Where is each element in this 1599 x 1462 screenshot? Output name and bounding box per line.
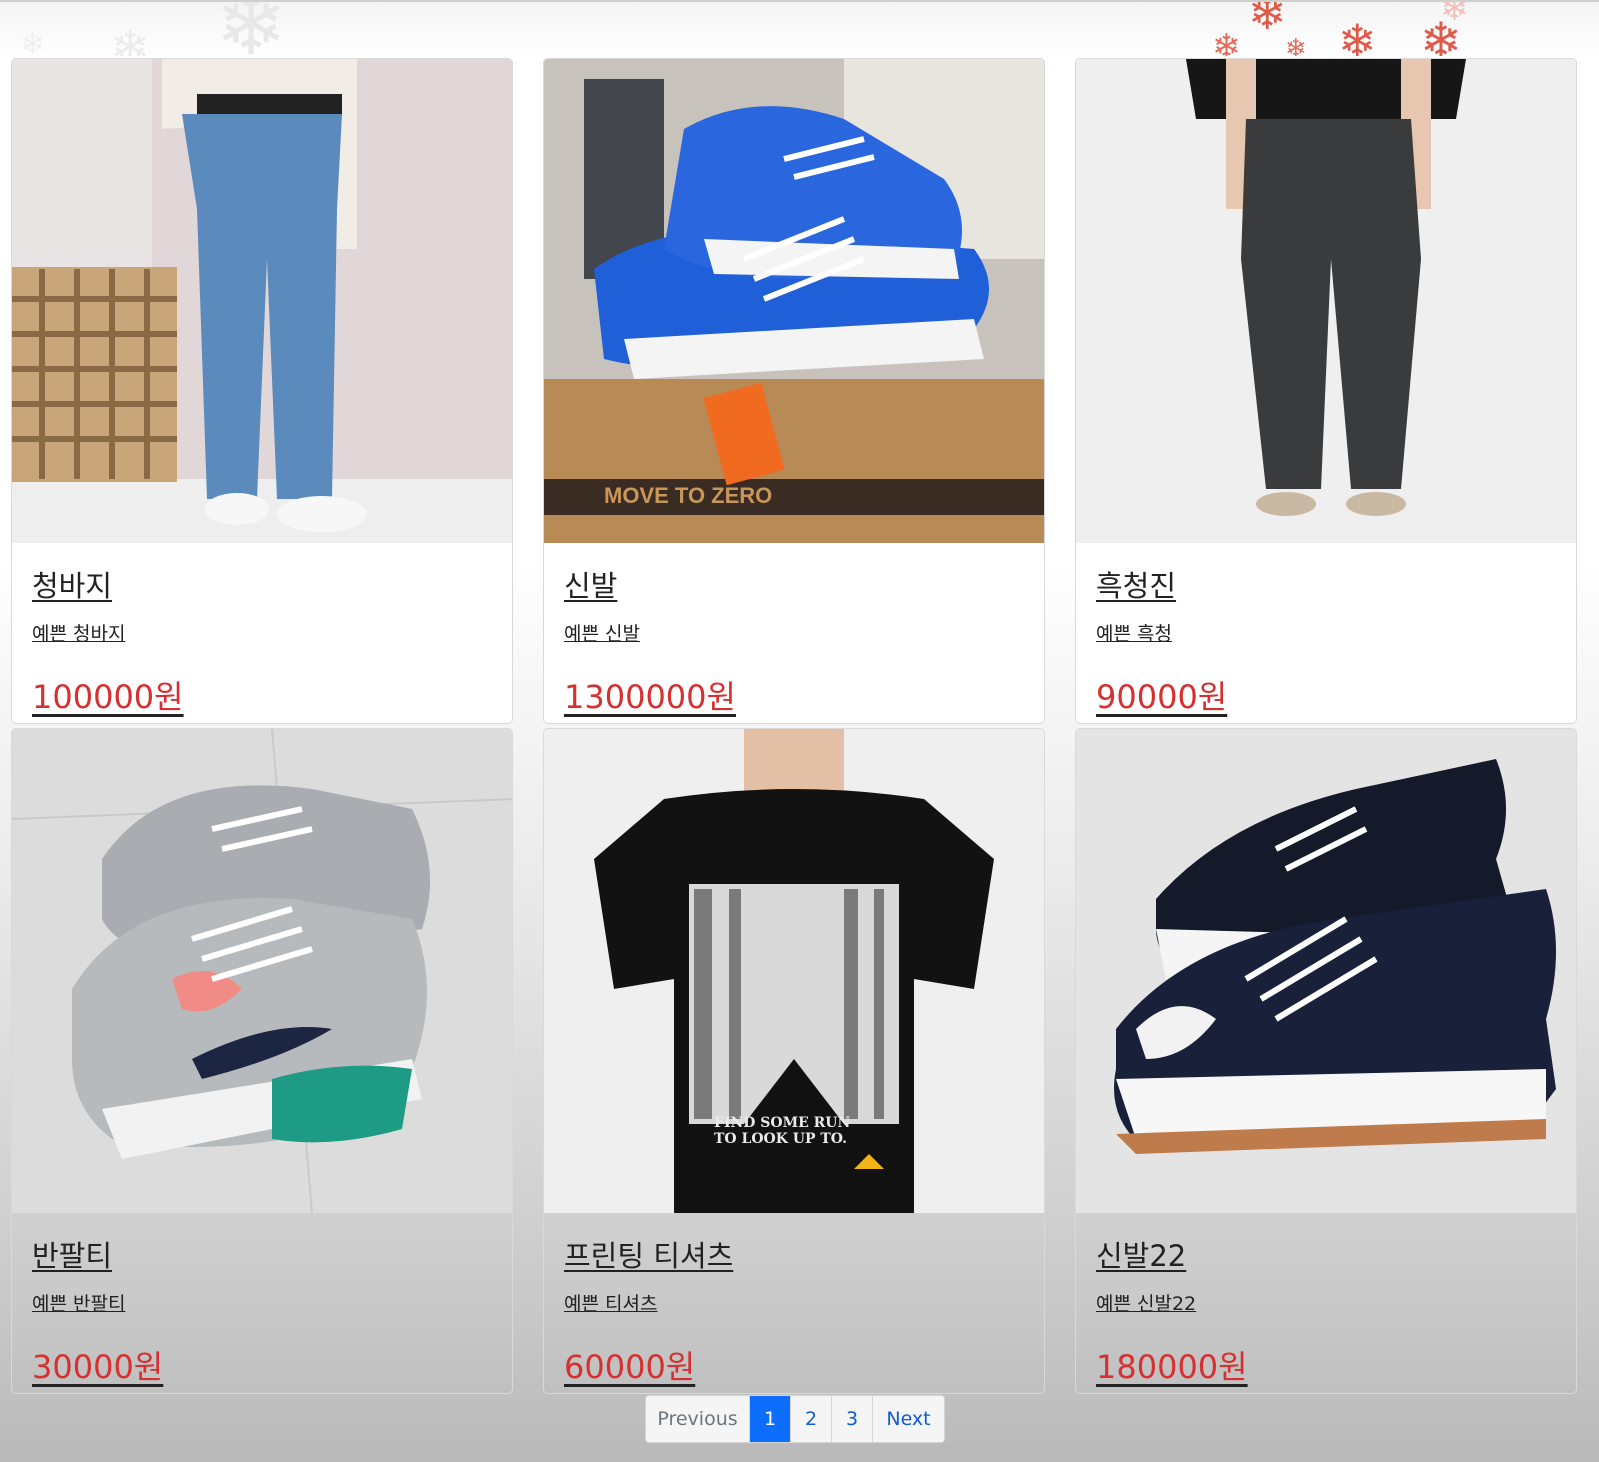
product-name[interactable]: 청바지 (32, 563, 112, 605)
product-name[interactable]: 흑청진 (1096, 563, 1176, 605)
pagination-page-3-button[interactable]: 3 (831, 1396, 872, 1442)
product-image-printed-tshirt[interactable]: FIND SOME RUN TO LOOK UP TO. (544, 729, 1044, 1213)
product-price[interactable]: 60000원 (564, 1342, 695, 1388)
snowflake-icon: ❄ (110, 20, 151, 56)
svg-text:TO LOOK UP TO.: TO LOOK UP TO. (714, 1131, 847, 1147)
product-card[interactable]: 흑청진 예쁜 흑청 90000원 (1075, 58, 1577, 724)
product-name[interactable]: 반팔티 (32, 1233, 112, 1275)
product-card[interactable]: FIND SOME RUN TO LOOK UP TO. 프린팅 티셔츠 예쁜 … (543, 728, 1045, 1394)
top-banner: ❄ ❄ ❄ ❄ ❄ ❄ ❄ ❄ ❄ (0, 0, 1599, 56)
snowflake-icon: ❄ (1248, 0, 1287, 40)
snowflake-icon: ❄ (1338, 14, 1377, 56)
snowflake-icon: ❄ (1212, 27, 1241, 56)
product-image-black-jeans[interactable] (1076, 59, 1576, 543)
product-description[interactable]: 예쁜 청바지 (32, 619, 125, 646)
product-description[interactable]: 예쁜 흑청 (1096, 619, 1172, 646)
pagination-page-2-button[interactable]: 2 (790, 1396, 831, 1442)
pagination: Previous 1 2 3 Next (645, 1395, 945, 1443)
product-name[interactable]: 프린팅 티셔츠 (564, 1233, 733, 1275)
product-image-grey-sneakers[interactable] (12, 729, 512, 1213)
product-card[interactable]: 반팔티 예쁜 반팔티 30000원 (11, 728, 513, 1394)
pagination-previous-button[interactable]: Previous (646, 1396, 749, 1442)
svg-text:FIND SOME RUN: FIND SOME RUN (714, 1115, 850, 1131)
snowflake-icon: ❄ (215, 0, 288, 56)
product-description[interactable]: 예쁜 반팔티 (32, 1289, 125, 1316)
product-card[interactable]: 신발22 예쁜 신발22 180000원 (1075, 728, 1577, 1394)
pagination-page-1-button[interactable]: 1 (749, 1396, 790, 1442)
product-description[interactable]: 예쁜 신발22 (1096, 1289, 1196, 1316)
product-price[interactable]: 30000원 (32, 1342, 163, 1388)
product-name[interactable]: 신발22 (1096, 1233, 1186, 1275)
product-description[interactable]: 예쁜 티셔츠 (564, 1289, 657, 1316)
product-price[interactable]: 90000원 (1096, 672, 1227, 718)
product-card[interactable]: MOVE TO ZERO 신발 예쁜 신발 1300000원 (543, 58, 1045, 724)
snowflake-icon: ❄ (1440, 0, 1469, 29)
product-name[interactable]: 신발 (564, 563, 617, 605)
product-card[interactable]: 청바지 예쁜 청바지 100000원 (11, 58, 513, 724)
product-price[interactable]: 180000원 (1096, 1342, 1248, 1388)
product-price[interactable]: 100000원 (32, 672, 184, 718)
product-image-blue-jeans[interactable] (12, 59, 512, 543)
product-description[interactable]: 예쁜 신발 (564, 619, 640, 646)
svg-text:MOVE TO ZERO: MOVE TO ZERO (604, 483, 772, 508)
snowflake-icon: ❄ (1285, 34, 1307, 56)
pagination-next-button[interactable]: Next (872, 1396, 944, 1442)
product-price[interactable]: 1300000원 (564, 672, 736, 718)
product-image-black-hightops[interactable] (1076, 729, 1576, 1213)
product-grid: 청바지 예쁜 청바지 100000원 MOVE TO ZERO 신발 예쁜 신발… (11, 58, 1577, 1394)
snowflake-icon: ❄ (20, 27, 46, 57)
product-image-blue-sneakers[interactable]: MOVE TO ZERO (544, 59, 1044, 543)
